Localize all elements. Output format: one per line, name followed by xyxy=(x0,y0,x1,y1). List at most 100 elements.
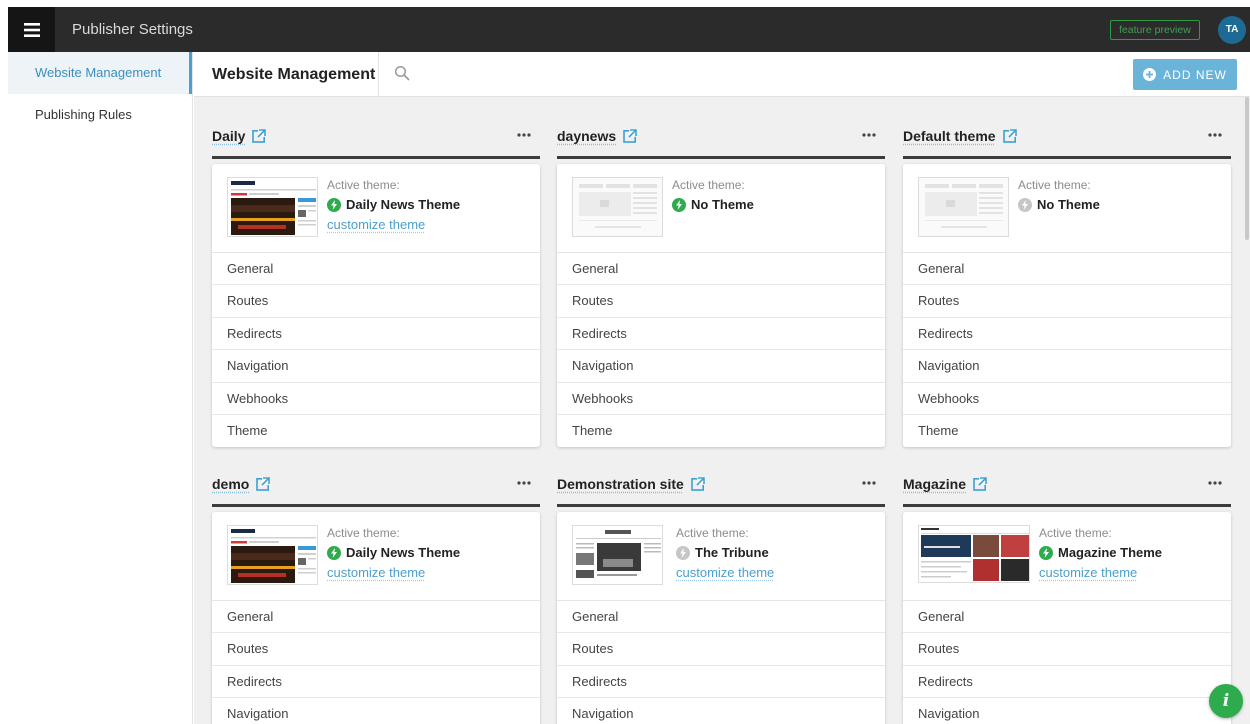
site-card-daynews: daynews Active theme: No Theme General Ro… xyxy=(557,123,885,448)
external-link-icon[interactable] xyxy=(1002,129,1017,143)
card-divider xyxy=(903,156,1231,159)
theme-thumbnail xyxy=(918,525,1030,583)
theme-name: Magazine Theme xyxy=(1058,545,1163,560)
settings-item-routes[interactable]: Routes xyxy=(903,285,1231,318)
site-name-link[interactable]: Demonstration site xyxy=(557,476,705,492)
more-options-icon[interactable] xyxy=(1208,481,1222,485)
settings-item-redirects[interactable]: Redirects xyxy=(557,666,885,699)
site-card-body: Active theme: Daily News Theme customize… xyxy=(212,512,540,724)
theme-name-row: The Tribune xyxy=(676,545,774,560)
add-new-label: ADD NEW xyxy=(1163,67,1227,82)
lightning-icon xyxy=(1043,547,1049,558)
hamburger-icon xyxy=(23,22,40,37)
user-avatar[interactable]: TA xyxy=(1218,16,1246,44)
site-name: Daily xyxy=(212,128,246,144)
settings-item-general[interactable]: General xyxy=(212,253,540,286)
sidebar-item-website-management[interactable]: Website Management xyxy=(8,52,192,94)
settings-item-general[interactable]: General xyxy=(557,253,885,286)
site-card-header: demo xyxy=(212,471,540,501)
more-options-icon[interactable] xyxy=(862,481,876,485)
settings-item-redirects[interactable]: Redirects xyxy=(212,666,540,699)
settings-item-redirects[interactable]: Redirects xyxy=(903,666,1231,699)
settings-item-navigation[interactable]: Navigation xyxy=(212,350,540,383)
site-card-header: Daily xyxy=(212,123,540,153)
settings-item-routes[interactable]: Routes xyxy=(212,633,540,666)
customize-theme-link[interactable]: customize theme xyxy=(1039,565,1137,580)
external-link-icon[interactable] xyxy=(256,477,271,491)
more-options-icon[interactable] xyxy=(517,133,531,137)
site-card-header: Demonstration site xyxy=(557,471,885,501)
page-header: Website Management ADD NEW xyxy=(194,52,1250,97)
site-name-link[interactable]: Default theme xyxy=(903,128,1017,144)
page-title: Website Management xyxy=(212,66,376,83)
more-options-icon[interactable] xyxy=(1208,133,1222,137)
settings-item-theme[interactable]: Theme xyxy=(557,415,885,447)
site-card-header: daynews xyxy=(557,123,885,153)
settings-item-routes[interactable]: Routes xyxy=(557,633,885,666)
settings-item-webhooks[interactable]: Webhooks xyxy=(557,383,885,415)
theme-name-row: Daily News Theme xyxy=(327,197,460,212)
customize-theme-link[interactable]: customize theme xyxy=(327,217,425,232)
active-theme-panel: Active theme: Magazine Theme customize t… xyxy=(903,512,1231,601)
add-new-button[interactable]: ADD NEW xyxy=(1133,59,1237,90)
theme-info: Active theme: No Theme xyxy=(1018,178,1100,212)
active-theme-panel: Active theme: Daily News Theme customize… xyxy=(212,512,540,601)
external-link-icon[interactable] xyxy=(973,477,988,491)
external-link-icon[interactable] xyxy=(252,129,267,143)
theme-name: Daily News Theme xyxy=(346,197,461,212)
more-options-icon[interactable] xyxy=(862,133,876,137)
settings-item-general[interactable]: General xyxy=(212,601,540,634)
site-name-link[interactable]: Daily xyxy=(212,128,267,144)
settings-item-general[interactable]: General xyxy=(903,601,1231,634)
site-name-link[interactable]: demo xyxy=(212,476,271,492)
feature-preview-toggle[interactable]: feature preview xyxy=(1110,20,1200,40)
sidebar-item-publishing-rules[interactable]: Publishing Rules xyxy=(8,94,192,136)
active-theme-panel: Active theme: No Theme xyxy=(557,164,885,253)
card-divider xyxy=(903,504,1231,507)
settings-item-navigation[interactable]: Navigation xyxy=(212,698,540,724)
settings-item-redirects[interactable]: Redirects xyxy=(212,318,540,351)
info-fab-button[interactable]: i xyxy=(1209,684,1243,718)
site-card-body: Active theme: Magazine Theme customize t… xyxy=(903,512,1231,724)
active-theme-label: Active theme: xyxy=(676,526,749,540)
settings-item-webhooks[interactable]: Webhooks xyxy=(903,383,1231,415)
site-name-link[interactable]: Magazine xyxy=(903,476,988,492)
content-scrollbar[interactable] xyxy=(1245,97,1249,240)
site-settings-menu: General Routes Redirects Navigation xyxy=(903,601,1231,724)
settings-item-navigation[interactable]: Navigation xyxy=(557,698,885,724)
active-theme-panel: Active theme: Daily News Theme customize… xyxy=(212,164,540,253)
settings-item-navigation[interactable]: Navigation xyxy=(557,350,885,383)
theme-thumbnail xyxy=(918,177,1009,237)
settings-item-routes[interactable]: Routes xyxy=(903,633,1231,666)
theme-status-icon xyxy=(327,545,341,560)
settings-item-redirects[interactable]: Redirects xyxy=(903,318,1231,351)
site-name-link[interactable]: daynews xyxy=(557,128,638,144)
settings-item-navigation[interactable]: Navigation xyxy=(903,350,1231,383)
active-theme-label: Active theme: xyxy=(672,178,745,192)
card-divider xyxy=(212,504,540,507)
more-options-icon[interactable] xyxy=(517,481,531,485)
settings-item-webhooks[interactable]: Webhooks xyxy=(212,383,540,415)
site-settings-menu: General Routes Redirects Navigation xyxy=(212,601,540,724)
settings-item-navigation[interactable]: Navigation xyxy=(903,698,1231,724)
settings-item-general[interactable]: General xyxy=(557,601,885,634)
card-divider xyxy=(212,156,540,159)
external-link-icon[interactable] xyxy=(623,129,638,143)
settings-item-redirects[interactable]: Redirects xyxy=(557,318,885,351)
settings-item-routes[interactable]: Routes xyxy=(557,285,885,318)
settings-item-theme[interactable]: Theme xyxy=(212,415,540,447)
search-button[interactable] xyxy=(394,65,414,85)
site-settings-menu: General Routes Redirects Navigation Webhooks… xyxy=(557,253,885,447)
customize-theme-link[interactable]: customize theme xyxy=(676,565,774,580)
external-link-icon[interactable] xyxy=(691,477,705,491)
hamburger-menu-button[interactable] xyxy=(8,7,55,52)
theme-thumbnail xyxy=(572,177,663,237)
settings-item-routes[interactable]: Routes xyxy=(212,285,540,318)
search-icon xyxy=(394,65,410,81)
theme-info: Active theme: The Tribune customize them… xyxy=(676,526,774,580)
customize-theme-link[interactable]: customize theme xyxy=(327,565,425,580)
settings-item-general[interactable]: General xyxy=(903,253,1231,286)
site-card-demonstration-site: Demonstration site Active theme: The Tri… xyxy=(557,471,885,724)
app-title: Publisher Settings xyxy=(72,21,193,38)
settings-item-theme[interactable]: Theme xyxy=(903,415,1231,447)
